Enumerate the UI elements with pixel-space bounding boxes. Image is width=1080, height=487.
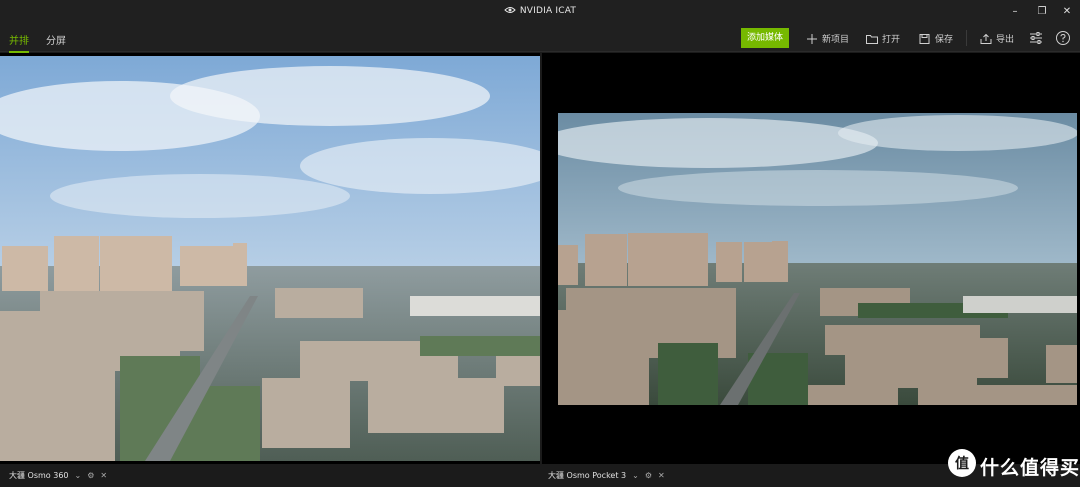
app-title: NVIDIA ICAT bbox=[0, 6, 1080, 16]
minimize-button[interactable]: – bbox=[1006, 4, 1024, 20]
new-project-button[interactable]: 新项目 bbox=[806, 32, 849, 45]
title-bar: NVIDIA ICAT – ❐ ✕ bbox=[0, 0, 1080, 24]
source-selector-right[interactable]: 大疆 Osmo Pocket 3 ⌄ ⚙ ✕ bbox=[548, 470, 665, 481]
chevron-down-icon[interactable]: ⌄ bbox=[75, 471, 82, 480]
watermark: 值 什么值得买 bbox=[948, 449, 1080, 481]
source-selector-left[interactable]: 大疆 Osmo 360 ⌄ ⚙ ✕ bbox=[9, 470, 107, 481]
add-media-button[interactable]: 添加媒体 bbox=[741, 28, 789, 48]
chevron-down-icon[interactable]: ⌄ bbox=[632, 471, 639, 480]
plus-icon bbox=[807, 34, 817, 44]
toolbar-separator bbox=[966, 30, 967, 46]
close-button[interactable]: ✕ bbox=[1058, 4, 1076, 20]
toolbar: 并排 分屏 添加媒体 新项目 打开 保存 导出 bbox=[0, 24, 1080, 53]
sliders-icon[interactable] bbox=[1028, 30, 1044, 46]
pane-divider[interactable] bbox=[540, 53, 542, 464]
maximize-button[interactable]: ❐ bbox=[1033, 4, 1051, 20]
svg-text:值: 值 bbox=[955, 455, 969, 472]
watermark-text: 什么值得买 bbox=[980, 457, 1080, 479]
gear-icon[interactable]: ⚙ bbox=[87, 471, 94, 480]
right-image-pane[interactable] bbox=[558, 113, 1077, 405]
close-icon[interactable]: ✕ bbox=[100, 471, 107, 480]
save-icon bbox=[919, 34, 930, 44]
city-photo-left bbox=[0, 56, 540, 461]
folder-icon bbox=[866, 35, 878, 44]
open-button[interactable]: 打开 bbox=[866, 32, 900, 45]
nvidia-logo-icon bbox=[504, 7, 516, 13]
tab-side-by-side[interactable]: 并排 bbox=[9, 32, 29, 53]
status-bar: 大疆 Osmo 360 ⌄ ⚙ ✕ 大疆 Osmo Pocket 3 ⌄ ⚙ ✕ bbox=[0, 464, 1080, 487]
gear-icon[interactable]: ⚙ bbox=[645, 471, 652, 480]
export-icon bbox=[980, 34, 992, 44]
close-icon[interactable]: ✕ bbox=[658, 471, 665, 480]
city-photo-right bbox=[558, 113, 1077, 405]
tab-split[interactable]: 分屏 bbox=[46, 32, 66, 47]
watermark-logo: 值 bbox=[948, 449, 976, 477]
save-button[interactable]: 保存 bbox=[919, 32, 953, 45]
left-image-pane[interactable] bbox=[0, 56, 540, 461]
help-icon[interactable] bbox=[1055, 30, 1071, 46]
export-button[interactable]: 导出 bbox=[980, 32, 1014, 45]
